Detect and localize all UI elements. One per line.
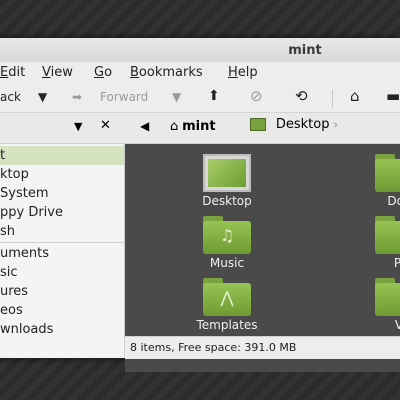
desktop-small-icon xyxy=(250,118,266,131)
file-item[interactable]: Pi xyxy=(351,216,400,270)
reload-icon[interactable]: ⟲ xyxy=(295,87,308,105)
menu-view[interactable]: View xyxy=(42,65,73,80)
forward-arrow-icon: ➡ xyxy=(72,90,83,104)
path-left-arrow-icon[interactable]: ◀ xyxy=(140,119,149,133)
sidebar-item-file-system[interactable]: System xyxy=(0,184,124,203)
status-bar: 8 items, Free space: 391.0 MB xyxy=(125,336,400,359)
menu-help[interactable]: Help xyxy=(228,65,258,80)
sidebar-item-pictures[interactable]: ures xyxy=(0,282,124,301)
file-manager-window: mint Edit View Go Bookmarks Help ack ▼ ➡… xyxy=(0,38,400,372)
file-item[interactable]: Doc xyxy=(351,154,400,208)
sidebar-item-desktop[interactable]: ktop xyxy=(0,165,124,184)
stop-icon[interactable]: ⊘ xyxy=(250,87,263,105)
back-history-dropdown-icon[interactable]: ▼ xyxy=(38,90,47,104)
folder-icon xyxy=(375,278,400,316)
menu-edit[interactable]: Edit xyxy=(0,65,25,80)
home-small-icon: ⌂ xyxy=(170,119,179,134)
sidebar-item-floppy-drive[interactable]: ppy Drive xyxy=(0,203,124,222)
sidebar-item-home[interactable]: t xyxy=(0,146,124,165)
sidebar-type-dropdown-icon[interactable]: ▼ xyxy=(74,120,82,133)
folder-icon xyxy=(375,216,400,254)
file-item[interactable]: V xyxy=(351,278,400,332)
sidebar: t ktop System ppy Drive sh uments sic ur… xyxy=(0,144,125,358)
toolbar: ack ▼ ➡ Forward ▼ ⬆ ⊘ ⟲ ⌂ ▬ xyxy=(0,84,400,113)
path-home-button[interactable]: ⌂ mint xyxy=(170,119,216,134)
status-text: 8 items, Free space: 391.0 MB xyxy=(130,341,297,354)
music-folder-icon: ♫ xyxy=(203,216,251,254)
menu-bar: Edit View Go Bookmarks Help xyxy=(0,62,400,84)
close-sidebar-icon[interactable]: ✕ xyxy=(100,118,111,133)
forward-history-dropdown-icon[interactable]: ▼ xyxy=(172,90,181,104)
sidebar-item-music[interactable]: sic xyxy=(0,263,124,282)
path-desktop-button[interactable]: Desktop › xyxy=(246,117,342,137)
sidebar-item-videos[interactable]: eos xyxy=(0,301,124,320)
file-item[interactable]: ♫ Music xyxy=(179,216,275,270)
title-bar[interactable]: mint xyxy=(0,38,400,63)
menu-go[interactable]: Go xyxy=(94,65,112,80)
back-button[interactable]: ack xyxy=(0,90,21,104)
menu-bookmarks[interactable]: Bookmarks xyxy=(130,65,203,80)
sidebar-divider xyxy=(0,242,124,243)
sidebar-item-documents[interactable]: uments xyxy=(0,244,124,263)
toolbar-separator xyxy=(332,90,333,108)
path-bar: ▼ ✕ ◀ ⌂ mint Desktop › xyxy=(0,113,400,144)
window-title: mint xyxy=(288,43,322,58)
file-item[interactable]: ⋀ Templates xyxy=(179,278,275,332)
sidebar-item-downloads[interactable]: wnloads xyxy=(0,320,124,339)
file-item[interactable]: Desktop xyxy=(179,154,275,208)
folder-icon xyxy=(375,154,400,192)
path-right-chevron-icon: › xyxy=(333,117,339,132)
up-arrow-icon[interactable]: ⬆ xyxy=(208,88,220,104)
forward-button[interactable]: Forward xyxy=(100,90,148,104)
sidebar-item-trash[interactable]: sh xyxy=(0,222,124,241)
computer-icon[interactable]: ▬ xyxy=(386,87,400,105)
home-icon[interactable]: ⌂ xyxy=(350,87,360,105)
templates-folder-icon: ⋀ xyxy=(203,278,251,316)
desktop-icon xyxy=(203,154,251,192)
